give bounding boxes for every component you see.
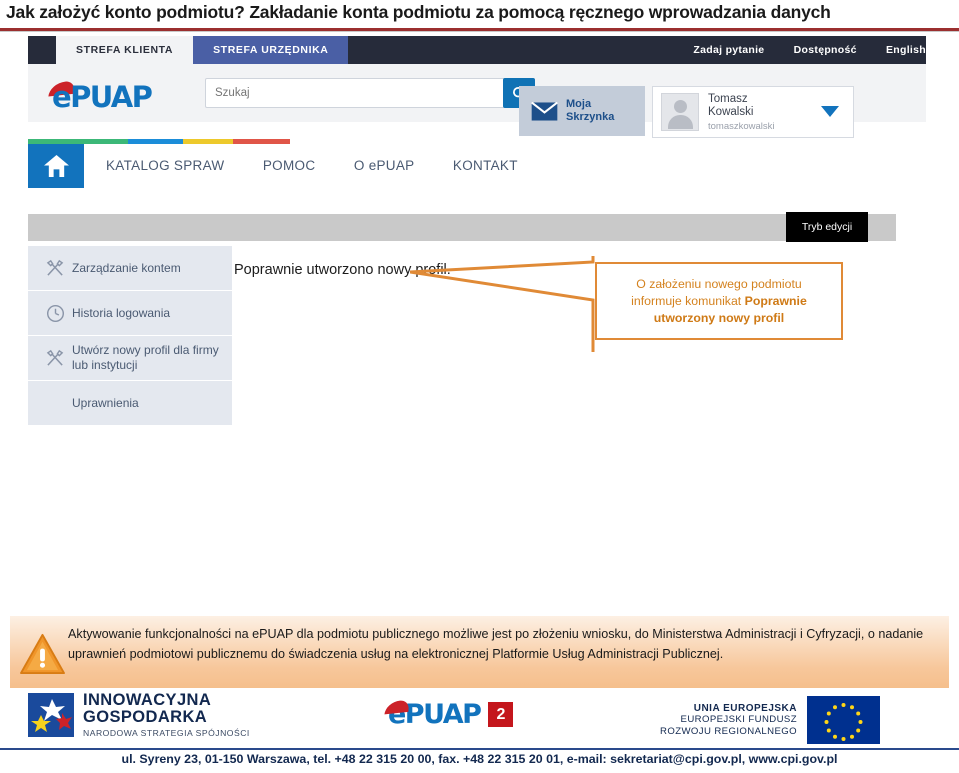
annotation-line1: O założeniu nowego podmiotu	[636, 276, 802, 291]
epuap-screenshot: STREFA KLIENTA STREFA URZĘDNIKA Zadaj pyt…	[0, 34, 959, 612]
title-divider-thin	[0, 31, 959, 32]
tab-spacer	[28, 36, 56, 64]
warning-triangle-icon	[16, 625, 68, 675]
envelope-icon	[531, 101, 558, 121]
link-zadaj-pytanie[interactable]: Zadaj pytanie	[693, 36, 764, 64]
eu-text: UNIA EUROPEJSKA EUROPEJSKI FUNDUSZ ROZWO…	[660, 703, 797, 738]
edit-mode-button[interactable]: Tryb edycji	[786, 212, 868, 242]
sidebar-item-historia-logowania[interactable]: Historia logowania	[28, 291, 232, 336]
eu-line2: EUROPEJSKI FUNDUSZ	[680, 713, 797, 725]
sidebar-label: Uprawnienia	[72, 395, 139, 410]
nav-katalog-spraw[interactable]: KATALOG SPRAW	[106, 158, 224, 173]
nav-pomoc[interactable]: POMOC	[263, 158, 316, 173]
zone-tabs: STREFA KLIENTA STREFA URZĘDNIKA	[28, 36, 349, 64]
epuap2-wordmark: ePUAP	[384, 699, 482, 730]
ig-line2: GOSPODARKA	[83, 708, 208, 726]
nav-kontakt[interactable]: KONTAKT	[453, 158, 518, 173]
chevron-down-icon[interactable]	[821, 106, 839, 117]
eu-flag-icon	[807, 696, 880, 744]
annotation-line2: informuje komunikat	[631, 293, 745, 308]
inbox-label: Moja Skrzynka	[566, 98, 614, 124]
nav-links: KATALOG SPRAW POMOC O ePUAP KONTAKT	[106, 144, 552, 188]
user-name-line1: Tomasz	[708, 92, 748, 105]
account-sidebar: Zarządzanie kontem Historia logowania Ut…	[28, 246, 232, 426]
eu-line1: UNIA EUROPEJSKA	[693, 702, 797, 714]
ig-text: INNOWACYJNA GOSPODARKA NARODOWA STRATEGI…	[83, 691, 250, 739]
link-dostepnosc[interactable]: Dostępność	[794, 36, 857, 64]
epuap2-badge: 2	[488, 702, 514, 727]
ig-line1: INNOWACYJNA	[83, 691, 212, 709]
warning-banner: Aktywowanie funkcjonalności na ePUAP dla…	[10, 616, 949, 688]
sidebar-item-uprawnienia[interactable]: Uprawnienia	[28, 381, 232, 426]
user-name-line2: Kowalski	[708, 105, 754, 118]
annotation-pointer-lines	[410, 256, 595, 352]
tools-icon	[38, 349, 72, 368]
annotation-bold1: Poprawnie	[744, 293, 807, 308]
epuap2-logo: ePUAP 2	[384, 699, 514, 730]
sidebar-label: Historia logowania	[72, 305, 171, 320]
search-box	[205, 78, 535, 108]
user-info: Tomasz Kowalski tomaszkowalski	[699, 93, 775, 132]
sidebar-label: Utwórz nowy profil dla firmy lub instytu…	[72, 343, 219, 372]
eu-funding-logo: UNIA EUROPEJSKA EUROPEJSKI FUNDUSZ ROZWO…	[660, 696, 880, 744]
annotation-text: O założeniu nowego podmiotu informuje ko…	[631, 276, 807, 327]
tools-icon	[38, 259, 72, 278]
innowacyjna-gospodarka-logo: INNOWACYJNA GOSPODARKA NARODOWA STRATEGI…	[28, 692, 250, 738]
tab-strefa-klienta[interactable]: STREFA KLIENTA	[56, 36, 194, 64]
main-nav: KATALOG SPRAW POMOC O ePUAP KONTAKT	[28, 144, 926, 188]
ig-line3: NARODOWA STRATEGIA SPÓJNOŚCI	[83, 728, 250, 738]
user-menu[interactable]: Tomasz Kowalski tomaszkowalski	[652, 86, 854, 138]
ig-mark-icon	[28, 693, 74, 737]
inbox-line2: Skrzynka	[566, 111, 615, 123]
warning-text: Aktywowanie funkcjonalności na ePUAP dla…	[68, 627, 924, 661]
link-english[interactable]: English	[886, 36, 926, 64]
user-login: tomaszkowalski	[708, 120, 775, 132]
inbox-line1: Moja	[566, 98, 592, 110]
home-button[interactable]	[28, 144, 84, 188]
search-input[interactable]	[206, 79, 498, 107]
nav-o-epuap[interactable]: O ePUAP	[354, 158, 415, 173]
epuap-logo[interactable]: ePUAP	[52, 80, 153, 114]
slide-page: Jak założyć konto podmiotu? Zakładanie k…	[0, 0, 959, 773]
home-icon	[43, 154, 69, 178]
tab-strefa-urzednika[interactable]: STREFA URZĘDNIKA	[193, 36, 349, 64]
page-title: Jak założyć konto podmiotu? Zakładanie k…	[6, 2, 831, 22]
contact-divider	[0, 748, 959, 750]
avatar	[661, 93, 699, 131]
contact-line: ul. Syreny 23, 01-150 Warszawa, tel. +48…	[121, 752, 838, 766]
sidebar-label: Zarządzanie kontem	[72, 260, 181, 275]
clock-icon	[38, 304, 72, 323]
edit-toolbar	[28, 214, 896, 241]
eu-line3: ROZWOJU REGIONALNEGO	[660, 725, 797, 737]
sidebar-item-utworz-nowy-profil[interactable]: Utwórz nowy profil dla firmy lub instytu…	[28, 336, 232, 381]
inbox-button[interactable]: Moja Skrzynka	[519, 86, 645, 136]
sidebar-item-zarzadzanie-kontem[interactable]: Zarządzanie kontem	[28, 246, 232, 291]
annotation-callout: O założeniu nowego podmiotu informuje ko…	[595, 262, 843, 340]
top-links: Zadaj pytanie Dostępność English	[667, 36, 926, 64]
annotation-bold2: utworzony nowy profil	[653, 310, 785, 325]
